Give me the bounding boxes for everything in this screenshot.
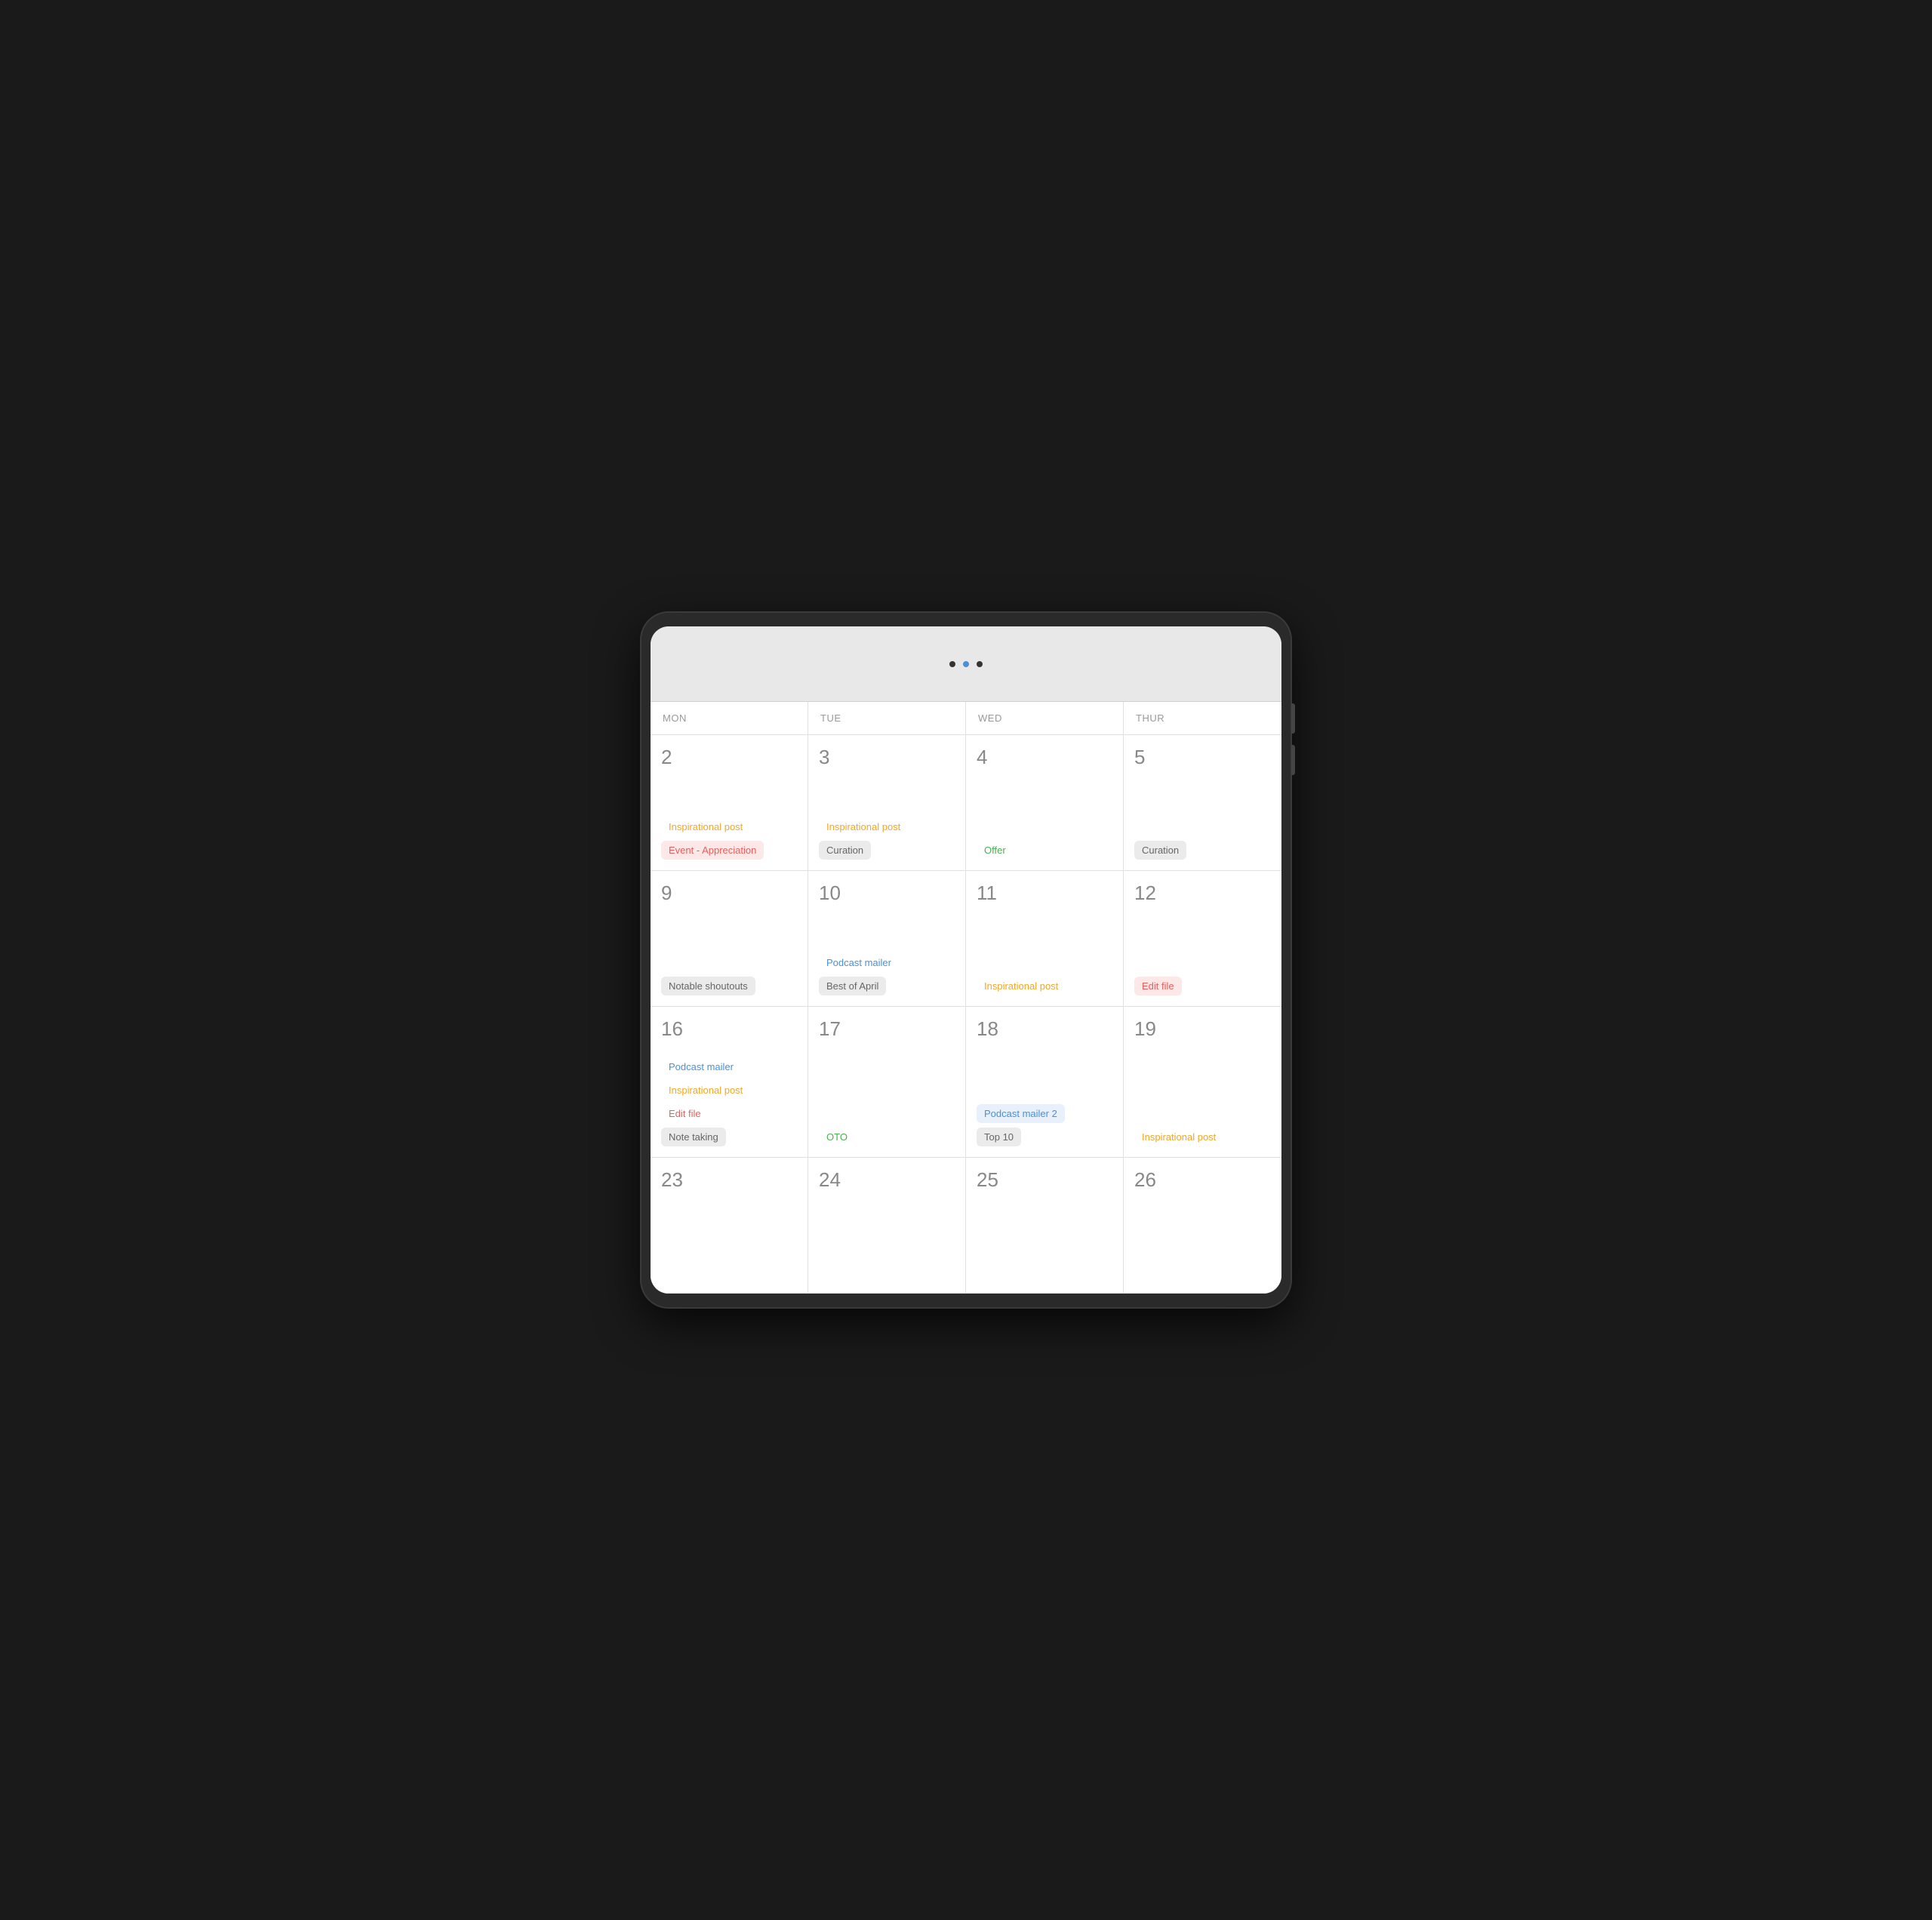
calendar-cell-5[interactable]: 5 Curation [1124,735,1281,871]
day-number: 9 [661,882,798,905]
event-tag[interactable]: Edit file [661,1104,709,1123]
calendar-cell-23[interactable]: 23 [651,1158,808,1294]
event-tag[interactable]: Best of April [819,977,886,995]
events-list: Offer [977,841,1114,860]
calendar-cell-10[interactable]: 10 Podcast mailer Best of April [808,871,966,1007]
events-list: Edit file [1134,977,1272,995]
tablet-screen: MONTUEWEDTHUR 2 Inspirational post Event -… [651,626,1281,1294]
tablet-frame: MONTUEWEDTHUR 2 Inspirational post Event -… [641,613,1291,1307]
event-tag[interactable]: Offer [977,841,1014,860]
calendar-cell-24[interactable]: 24 [808,1158,966,1294]
calendar-cell-12[interactable]: 12 Edit file [1124,871,1281,1007]
event-tag[interactable]: Inspirational post [661,1081,750,1100]
side-button-2 [1291,745,1295,775]
calendar-cell-19[interactable]: 19 Inspirational post [1124,1007,1281,1158]
camera-dot-right [977,661,983,667]
day-number: 25 [977,1168,1114,1192]
events-list: Curation [1134,841,1272,860]
day-number: 24 [819,1168,956,1192]
events-list: Podcast mailer 2 Top 10 [977,1104,1114,1146]
day-number: 12 [1134,882,1272,905]
day-number: 26 [1134,1168,1272,1192]
camera-dot-center [963,661,969,667]
calendar-grid: 2 Inspirational post Event - Appreciation 3… [651,735,1281,1294]
day-number: 18 [977,1017,1114,1041]
day-number: 23 [661,1168,798,1192]
events-list: Inspirational post [977,977,1114,995]
day-number: 16 [661,1017,798,1041]
camera-dot-left [949,661,955,667]
calendar-cell-9[interactable]: 9 Notable shoutouts [651,871,808,1007]
event-tag[interactable]: Podcast mailer [661,1057,741,1076]
calendar-cell-2[interactable]: 2 Inspirational post Event - Appreciation [651,735,808,871]
calendar-cell-26[interactable]: 26 [1124,1158,1281,1294]
events-list: Podcast mailer Best of April [819,953,956,995]
event-tag[interactable]: Note taking [661,1128,726,1146]
day-number: 10 [819,882,956,905]
day-number: 19 [1134,1017,1272,1041]
column-header-mon: MON [651,702,808,734]
column-header-thur: THUR [1124,702,1281,734]
calendar-cell-25[interactable]: 25 [966,1158,1124,1294]
event-tag[interactable]: Notable shoutouts [661,977,755,995]
events-list: Inspirational post [1134,1128,1272,1146]
events-list: Inspirational post Curation [819,817,956,860]
day-number: 2 [661,746,798,769]
events-list: Notable shoutouts [661,977,798,995]
events-list: OTO [819,1128,956,1146]
calendar-cell-3[interactable]: 3 Inspirational post Curation [808,735,966,871]
event-tag[interactable]: Curation [1134,841,1186,860]
day-number: 3 [819,746,956,769]
column-header-tue: TUE [808,702,966,734]
event-tag[interactable]: Event - Appreciation [661,841,764,860]
day-number: 17 [819,1017,956,1041]
event-tag[interactable]: Inspirational post [1134,1128,1223,1146]
event-tag[interactable]: Edit file [1134,977,1182,995]
column-header-wed: WED [966,702,1124,734]
events-list: Podcast mailer Inspirational post Edit fil… [661,1057,798,1146]
event-tag[interactable]: Curation [819,841,871,860]
calendar-cell-11[interactable]: 11 Inspirational post [966,871,1124,1007]
calendar-cell-16[interactable]: 16 Podcast mailer Inspirational post Edit f… [651,1007,808,1158]
day-number: 4 [977,746,1114,769]
calendar-container: MONTUEWEDTHUR 2 Inspirational post Event -… [651,702,1281,1294]
day-number: 11 [977,882,1114,905]
event-tag[interactable]: Inspirational post [661,817,750,836]
top-bar [651,626,1281,702]
calendar-header: MONTUEWEDTHUR [651,702,1281,735]
event-tag[interactable]: Podcast mailer [819,953,899,972]
event-tag[interactable]: OTO [819,1128,855,1146]
event-tag[interactable]: Top 10 [977,1128,1021,1146]
event-tag[interactable]: Inspirational post [977,977,1066,995]
events-list: Inspirational post Event - Appreciation [661,817,798,860]
day-number: 5 [1134,746,1272,769]
calendar-cell-4[interactable]: 4 Offer [966,735,1124,871]
calendar-cell-17[interactable]: 17 OTO [808,1007,966,1158]
event-tag[interactable]: Podcast mailer 2 [977,1104,1065,1123]
event-tag[interactable]: Inspirational post [819,817,908,836]
side-button-1 [1291,703,1295,734]
calendar-cell-18[interactable]: 18 Podcast mailer 2 Top 10 [966,1007,1124,1158]
